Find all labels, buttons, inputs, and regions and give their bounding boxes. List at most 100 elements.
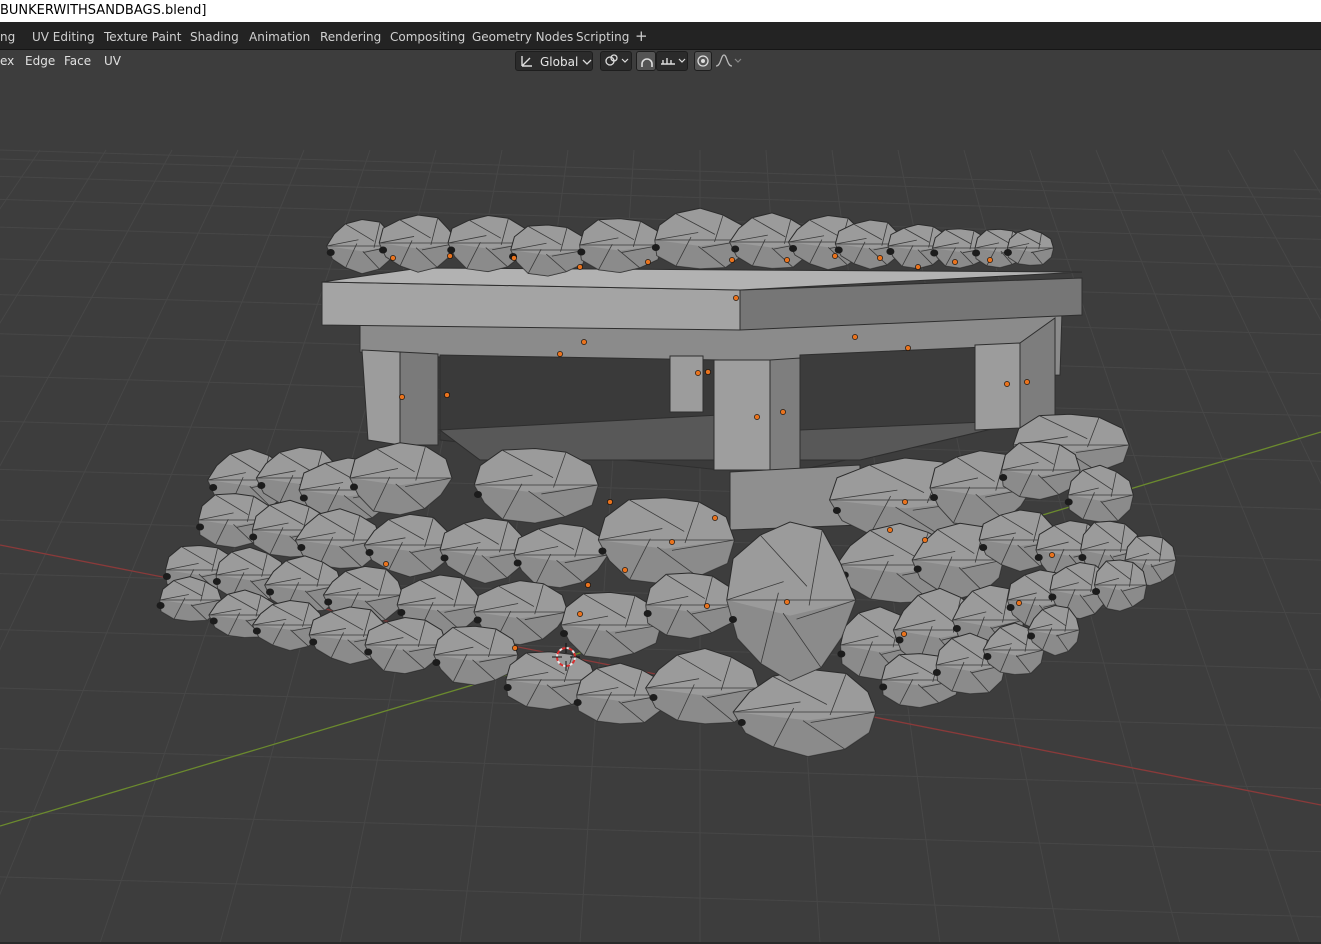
origin-dot: [390, 255, 396, 261]
pillar-front-right: [713, 359, 771, 471]
origin-dot: [852, 334, 858, 340]
origin-dot: [383, 561, 389, 567]
sandbag[interactable]: [597, 497, 735, 585]
origin-dot: [695, 370, 701, 376]
sandbag[interactable]: [363, 513, 452, 578]
grid-line: [0, 811, 1321, 853]
grid-line: [1293, 149, 1321, 196]
origin-dot: [1049, 552, 1055, 558]
orientation-value: Global: [540, 55, 579, 69]
origin-dot: [399, 394, 405, 400]
menu-uv[interactable]: UV: [104, 53, 121, 69]
origin-dot: [784, 257, 790, 263]
proportional-editing-toggle[interactable]: [694, 51, 712, 71]
menu-face[interactable]: Face: [64, 53, 91, 69]
origin-dot: [780, 409, 786, 415]
origin-dot: [669, 539, 675, 545]
sandbag[interactable]: [432, 625, 519, 686]
tab-rendering[interactable]: Rendering: [320, 22, 381, 49]
falloff-curve-icon: [715, 54, 742, 67]
origin-dot: [987, 257, 993, 263]
tab-compositing[interactable]: Compositing: [390, 22, 465, 49]
origin-dot: [902, 499, 908, 505]
origin-dot: [733, 295, 739, 301]
origin-dot: [729, 257, 735, 263]
origin-dot: [915, 264, 921, 270]
workspace-tabs-bar: ng UV Editing Texture Paint Shading Anim…: [0, 22, 1321, 50]
grid-line: [0, 149, 107, 324]
tab-geometry-nodes[interactable]: Geometry Nodes: [472, 22, 573, 49]
pillar-right: [974, 342, 1021, 431]
viewport-header: ex Edge Face UV Global: [0, 49, 1321, 73]
pillar-front-right-side: [769, 357, 801, 473]
tab-texture-paint[interactable]: Texture Paint: [104, 22, 181, 49]
tab-uv-editing[interactable]: UV Editing: [32, 22, 95, 49]
grid-line: [1161, 149, 1321, 485]
menu-edge[interactable]: Edge: [25, 53, 55, 69]
origin-dot: [622, 567, 628, 573]
tab-scripting[interactable]: Scripting: [576, 22, 629, 49]
transform-orientation-dropdown[interactable]: Global: [515, 51, 593, 71]
grid-line: [0, 149, 173, 467]
menu-vertex[interactable]: ex: [0, 53, 14, 69]
add-workspace-button[interactable]: +: [635, 22, 648, 49]
grid-line: [0, 158, 1321, 200]
sandbag[interactable]: [643, 572, 737, 639]
origin-dot: [887, 527, 893, 533]
snap-icon: [641, 58, 653, 67]
origin-dot: [1004, 381, 1010, 387]
proportional-editing-icon: [697, 55, 709, 67]
chevron-down-icon: [582, 59, 592, 65]
grid-line: [0, 748, 1321, 790]
pillar-front-left: [361, 349, 401, 446]
pivot-point-icon: [605, 54, 629, 66]
grid-line: [0, 876, 1321, 918]
viewport-canvas[interactable]: [0, 49, 1321, 943]
tab-animation[interactable]: Animation: [249, 22, 310, 49]
origin-dot: [832, 253, 838, 259]
origin-dot: [577, 611, 583, 617]
grid-line: [1227, 149, 1321, 322]
pivot-point-dropdown[interactable]: [600, 51, 632, 71]
pillar-front-left-side: [399, 351, 439, 446]
grid-line: [0, 629, 1321, 671]
snap-toggle[interactable]: [636, 51, 656, 71]
window-title: BUNKERWITHSANDBAGS.blend]: [0, 3, 207, 18]
origin-dot: [877, 255, 883, 261]
origin-dot: [905, 345, 911, 351]
origin-dot: [577, 264, 583, 270]
pillar-back-mid: [669, 355, 704, 413]
origin-dot: [581, 339, 587, 345]
tab-layout-partial[interactable]: ng: [0, 22, 15, 49]
sandbag[interactable]: [513, 523, 609, 589]
origin-dot: [557, 351, 563, 357]
origin-dot: [1016, 600, 1022, 606]
origin-dot: [704, 603, 710, 609]
snap-increment-icon: [661, 58, 686, 65]
grid-line: [0, 149, 1321, 191]
origin-dot: [754, 414, 760, 420]
falloff-dropdown[interactable]: [712, 51, 744, 71]
3d-viewport[interactable]: [0, 49, 1321, 943]
grid-line: [0, 175, 1321, 217]
origin-dot: [511, 255, 517, 261]
snap-target-dropdown[interactable]: [656, 51, 688, 71]
origin-dot: [705, 369, 711, 375]
origin-dot: [512, 645, 518, 651]
window-titlebar: BUNKERWITHSANDBAGS.blend]: [0, 0, 1321, 22]
origin-dot: [922, 537, 928, 543]
origin-dot: [444, 392, 450, 398]
origin-dot: [712, 515, 718, 521]
sandbag[interactable]: [473, 448, 599, 524]
origin-dot: [645, 259, 651, 265]
transform-orientation-icon: [521, 56, 532, 67]
sandbag[interactable]: [999, 441, 1081, 500]
origin-dot: [585, 582, 591, 588]
origin-dot: [952, 259, 958, 265]
origin-dot: [901, 631, 907, 637]
sandbag[interactable]: [378, 214, 459, 273]
origin-dot: [1024, 379, 1030, 385]
tab-shading[interactable]: Shading: [190, 22, 239, 49]
origin-dot: [607, 499, 613, 505]
origin-dot: [447, 253, 453, 259]
